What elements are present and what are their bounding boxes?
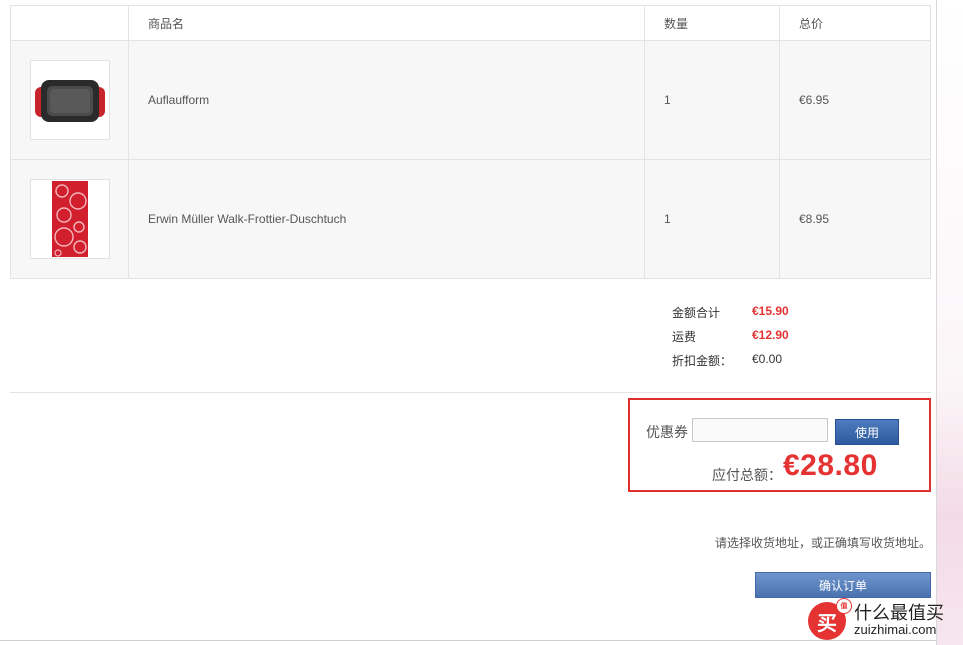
cart-table: 商品名 数量 总价 Auflaufform 1 €6.95 Erwin Müll… <box>10 5 931 279</box>
product-name[interactable]: Auflaufform <box>128 40 645 160</box>
product-thumbnail[interactable] <box>30 179 110 259</box>
watermark-badge-icon: 值 <box>836 598 852 614</box>
apply-coupon-button[interactable]: 使用 <box>835 419 899 445</box>
product-total-price: €8.95 <box>779 159 931 279</box>
product-quantity: 1 <box>644 159 780 279</box>
cart-table-header: 商品名 数量 总价 <box>10 5 931 41</box>
coupon-input[interactable] <box>692 418 828 442</box>
page-edge-divider <box>936 0 937 645</box>
bottom-divider <box>0 640 937 641</box>
product-name[interactable]: Erwin Müller Walk-Frottier-Duschtuch <box>128 159 645 279</box>
watermark-url: zuizhimai.com <box>854 622 937 637</box>
baking-dish-image <box>35 80 105 122</box>
subtotal-value: €15.90 <box>752 304 789 318</box>
header-image-column <box>10 5 129 41</box>
decorative-edge-strip <box>937 0 963 645</box>
payable-amount: €28.80 <box>783 449 878 482</box>
product-image-cell <box>10 159 129 279</box>
coupon-label: 优惠券 <box>646 424 688 440</box>
table-row: Auflaufform 1 €6.95 <box>10 40 931 160</box>
product-image-cell <box>10 40 129 160</box>
product-quantity: 1 <box>644 40 780 160</box>
discount-value: €0.00 <box>752 352 783 366</box>
header-product-name: 商品名 <box>128 5 645 41</box>
shipping-value: €12.90 <box>752 328 789 342</box>
address-hint: 请选择收货地址，或正确填写收货地址。 <box>715 536 932 550</box>
discount-label: 折扣金额： <box>672 354 733 368</box>
header-total-price: 总价 <box>779 5 931 41</box>
shipping-label: 运费 <box>672 330 697 344</box>
watermark: 买 值 什么最值买 zuizhimai.com <box>806 598 958 640</box>
product-thumbnail[interactable] <box>30 60 110 140</box>
header-quantity: 数量 <box>644 5 780 41</box>
section-divider <box>10 392 931 393</box>
subtotal-label: 金额合计 <box>672 306 721 320</box>
confirm-order-button[interactable]: 确认订单 <box>755 572 931 598</box>
payable-label: 应付总额： <box>712 467 782 483</box>
product-total-price: €6.95 <box>779 40 931 160</box>
table-row: Erwin Müller Walk-Frottier-Duschtuch 1 €… <box>10 159 931 279</box>
towel-image <box>52 181 88 257</box>
